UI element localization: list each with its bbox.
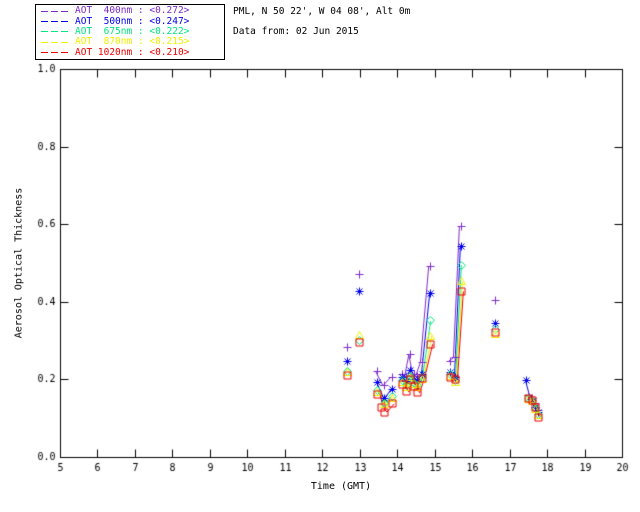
- legend-line-sample: [41, 31, 71, 33]
- legend-item-1020nm: AOT 1020nm : <0.210>: [41, 46, 224, 58]
- legend-item-870nm: AOT 870nm : <0.215>: [41, 37, 224, 47]
- legend-label: AOT 400nm : <0.272>: [75, 5, 190, 17]
- legend-label: AOT 1020nm : <0.210>: [75, 46, 190, 58]
- y-axis-title: Aerosol Optical Thickness: [13, 187, 25, 339]
- legend-label: AOT 870nm : <0.215>: [75, 36, 190, 48]
- plot-canvas: [0, 0, 640, 512]
- legend-line-sample: [41, 52, 71, 54]
- station-info: PML, N 50 22', W 04 08', Alt 0m: [233, 6, 411, 17]
- aot-plot-screen: AOT 400nm : <0.272> AOT 500nm : <0.247> AO…: [0, 0, 640, 512]
- legend-line-sample: [41, 41, 71, 43]
- legend-item-400nm: AOT 400nm : <0.272>: [41, 6, 224, 16]
- legend-box: AOT 400nm : <0.272> AOT 500nm : <0.247> AO…: [35, 4, 225, 60]
- legend-line-sample: [41, 10, 71, 12]
- legend-line-sample: [41, 21, 71, 23]
- x-axis-title: Time (GMT): [310, 481, 372, 492]
- data-date: Data from: 02 Jun 2015: [233, 26, 359, 37]
